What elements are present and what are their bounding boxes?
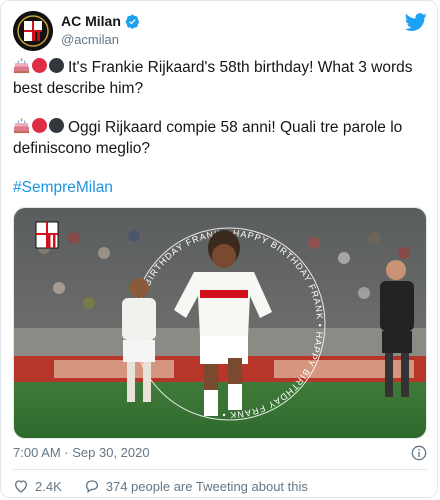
tweet-header: AC Milan @acmilan <box>13 11 427 51</box>
verified-badge-icon <box>125 14 139 29</box>
account-handle[interactable]: @acmilan <box>61 32 140 47</box>
red-circle-icon <box>32 58 47 73</box>
tweet-media-image[interactable]: HAPPY BIRTHDAY FRANK • HAPPY BIRTHDAY FR… <box>13 207 427 439</box>
like-count: 2.4K <box>35 478 62 494</box>
speech-bubble-icon <box>85 480 98 493</box>
tweet-text-english: It's Frankie Rijkaard's 58th birthday! W… <box>13 57 427 99</box>
black-circle-icon <box>49 118 64 133</box>
avatar[interactable] <box>13 11 53 51</box>
info-icon[interactable] <box>411 445 427 461</box>
tweet-card: AC Milan @acmilan It's Frankie Rijkaard'… <box>0 0 438 498</box>
tweeting-about-text: 374 people are Tweeting about this <box>105 478 308 494</box>
like-button[interactable]: 2.4K <box>13 478 62 494</box>
rijkaard-photo: HAPPY BIRTHDAY FRANK • HAPPY BIRTHDAY FR… <box>14 208 426 438</box>
black-circle-icon <box>49 58 64 73</box>
red-circle-icon <box>32 118 47 133</box>
tweet-actions: 2.4K 374 people are Tweeting about this <box>13 477 427 495</box>
tweet-meta: 7:00 AM · Sep 30, 2020 <box>13 445 427 463</box>
account-names: AC Milan @acmilan <box>61 13 140 47</box>
emoji-group <box>13 118 64 134</box>
tweet-text-italian: Oggi Rijkaard compie 58 anni! Quali tre … <box>13 117 427 159</box>
emoji-group <box>13 58 64 74</box>
tweet-line-italian: Oggi Rijkaard compie 58 anni! Quali tre … <box>13 119 403 157</box>
divider <box>13 469 427 470</box>
milan-crest-icon <box>13 11 53 51</box>
tweet-timestamp[interactable]: 7:00 AM · Sep 30, 2020 <box>13 445 150 460</box>
birthday-cake-icon <box>13 118 30 134</box>
hashtag-link[interactable]: #SempreMilan <box>13 177 427 198</box>
birthday-cake-icon <box>13 58 30 74</box>
milan-crest-small <box>35 221 59 249</box>
twitter-bird-icon[interactable] <box>405 11 427 33</box>
heart-icon <box>14 480 28 493</box>
display-name[interactable]: AC Milan <box>61 13 121 29</box>
tweet-line-english: It's Frankie Rijkaard's 58th birthday! W… <box>13 59 413 97</box>
tweeting-about-link[interactable]: 374 people are Tweeting about this <box>84 478 308 494</box>
